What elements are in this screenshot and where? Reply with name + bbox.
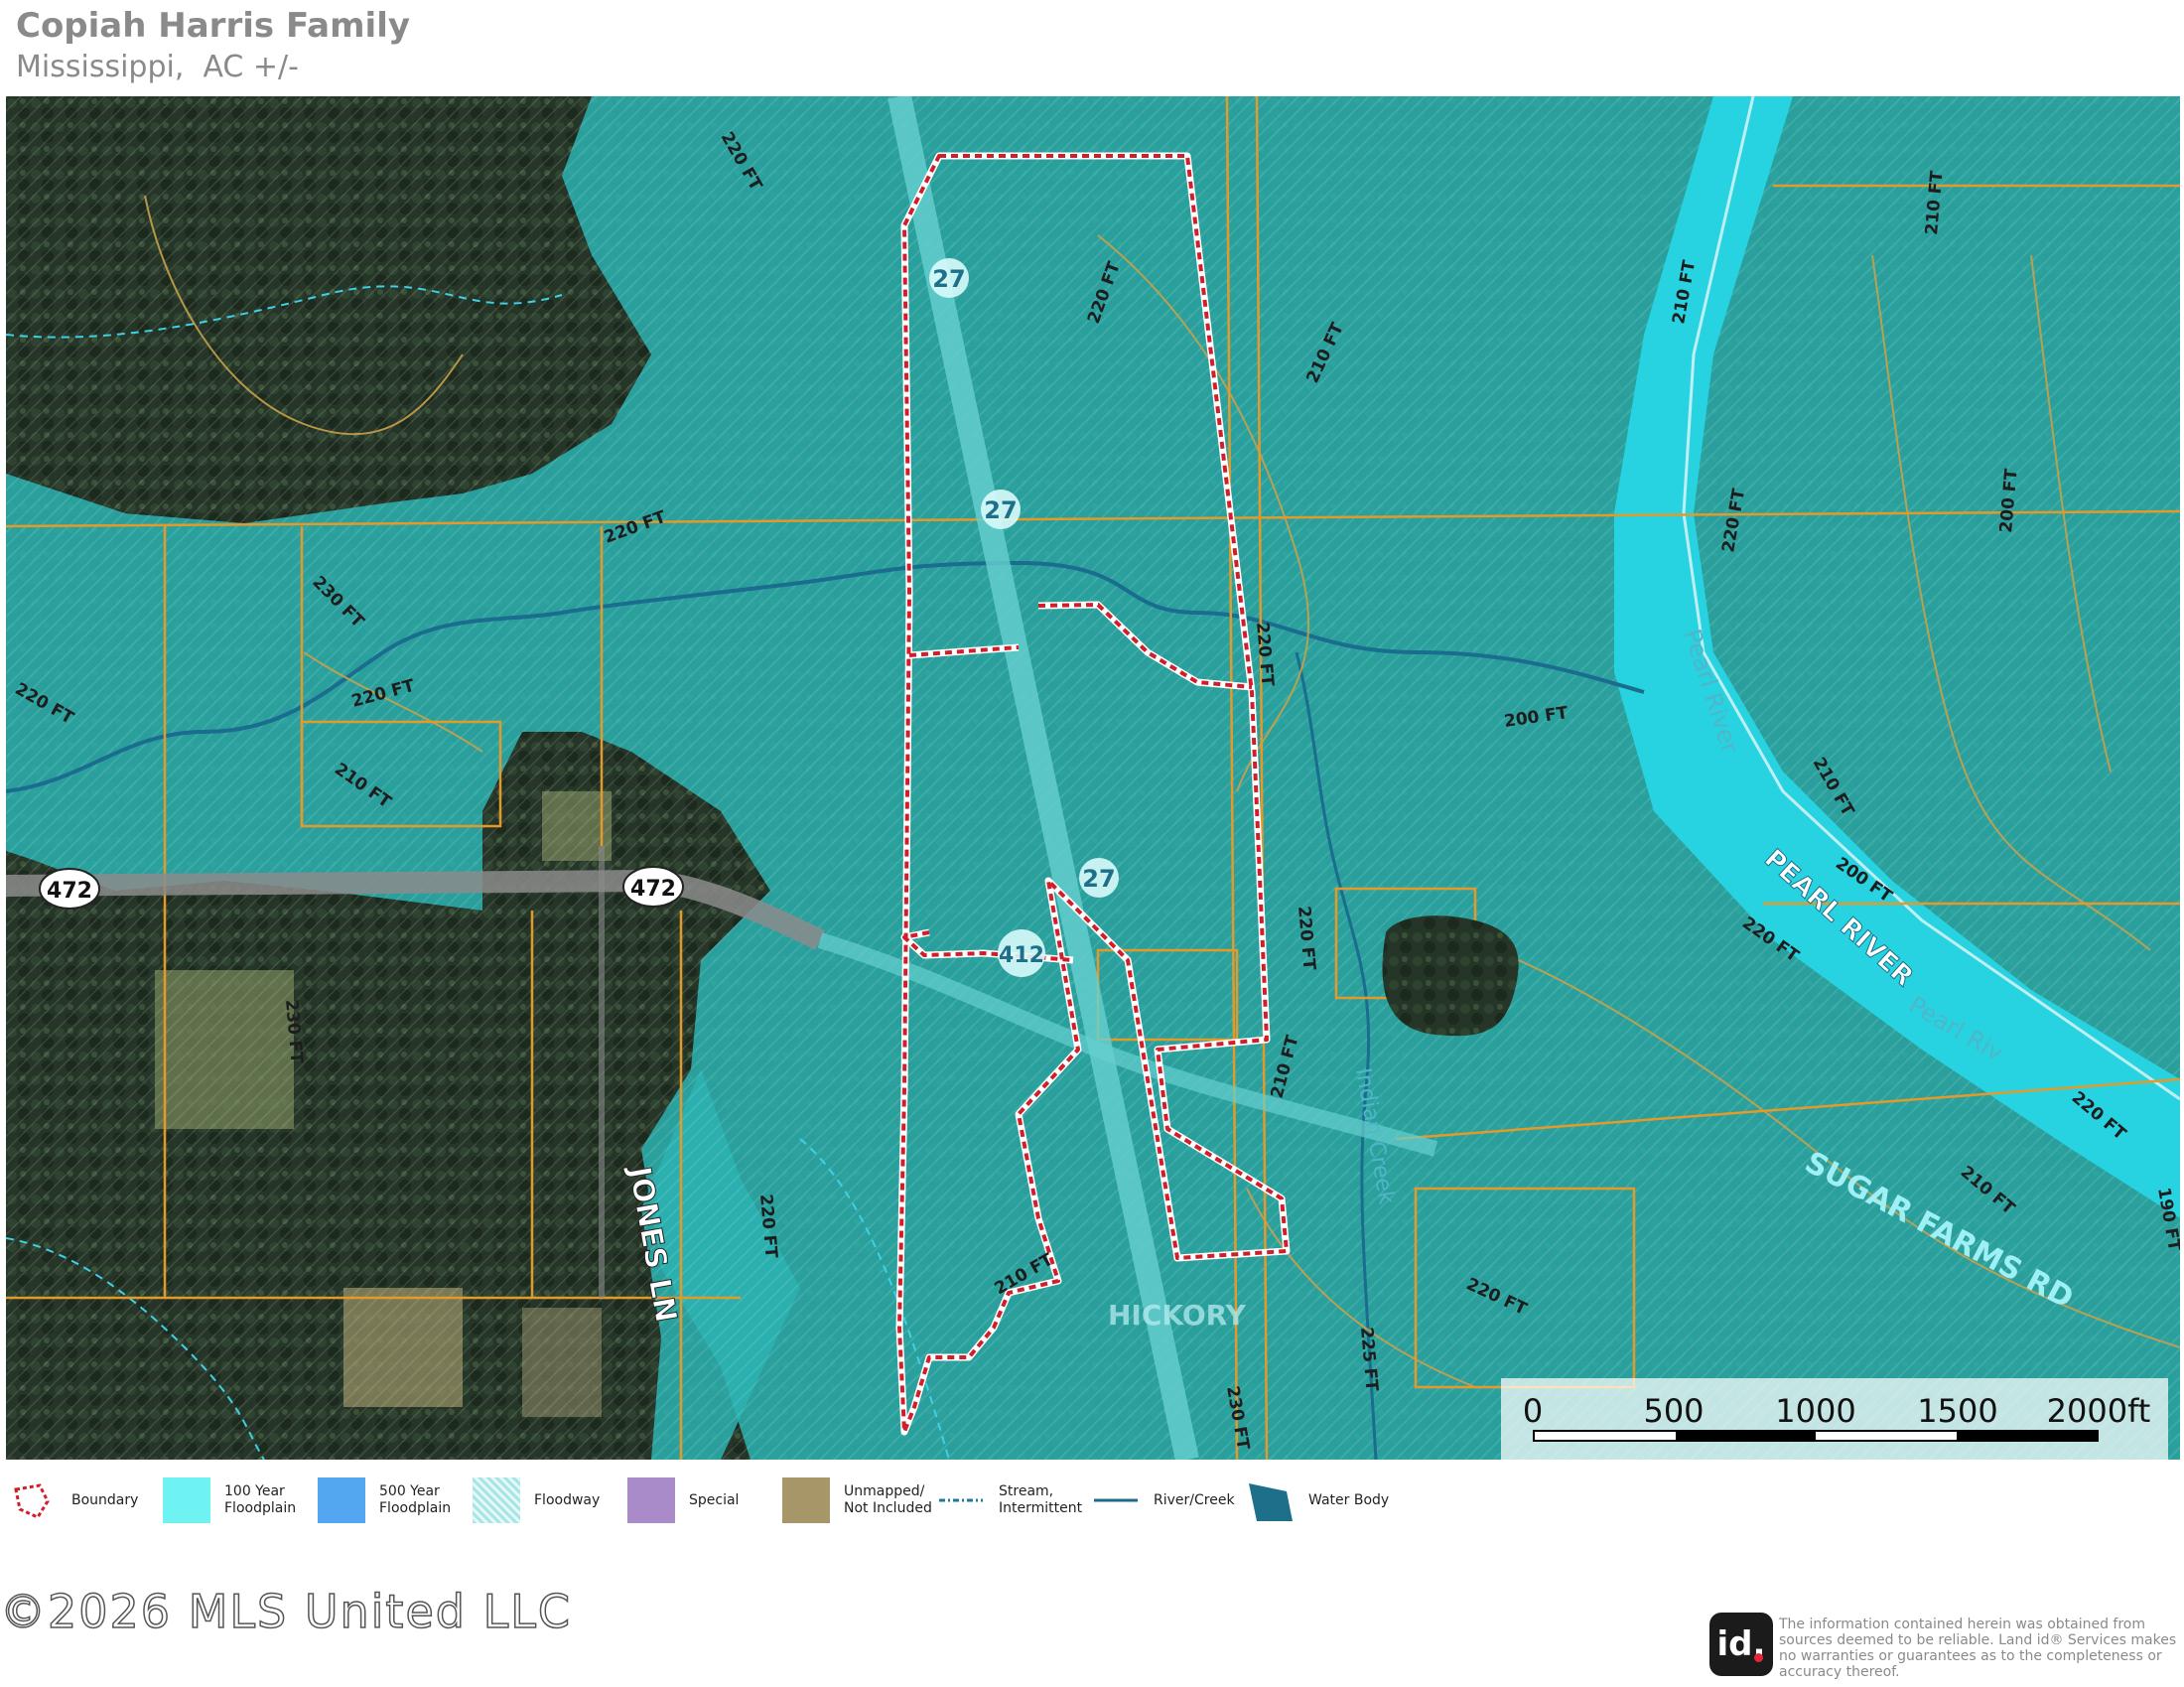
- legend-item-special: Special: [627, 1477, 739, 1523]
- scale-label: 1000: [1775, 1392, 1856, 1430]
- floodplain-500-icon: [318, 1477, 365, 1523]
- road-shield-412: 412: [998, 929, 1045, 977]
- scale-label: 2000ft: [2046, 1392, 2151, 1430]
- floodplain-100-icon: [163, 1477, 210, 1523]
- svg-text:472: 472: [47, 879, 92, 904]
- scale-label: 0: [1522, 1392, 1544, 1430]
- scale-ruler: [1533, 1430, 2099, 1442]
- copyright-watermark: ©2026 MLS United LLC: [0, 1584, 572, 1639]
- legend-item-boundary: Boundary: [10, 1477, 138, 1523]
- svg-text:412: 412: [999, 943, 1044, 968]
- floodway-icon: [473, 1477, 520, 1523]
- legend-item-water-body: Water Body: [1247, 1477, 1389, 1523]
- road-shield-27: 27: [981, 490, 1021, 529]
- forest-patch: [1382, 915, 1519, 1037]
- hickory-label: HICKORY: [1108, 1299, 1247, 1332]
- legend-item-river-creek: River/Creek: [1092, 1477, 1235, 1523]
- legend-item-floodplain-500: 500 Year Floodplain: [318, 1477, 451, 1523]
- boundary-icon: [14, 1483, 50, 1519]
- scale-label: 500: [1643, 1392, 1705, 1430]
- legend-item-unmapped: Unmapped/ Not Included: [782, 1477, 932, 1523]
- legend-label: 500 Year Floodplain: [379, 1483, 452, 1516]
- legend-label: Special: [689, 1491, 740, 1508]
- stream-intermittent-icon: [939, 1498, 983, 1502]
- legend-label: Floodway: [534, 1491, 601, 1508]
- map-title: Copiah Harris Family: [16, 6, 411, 46]
- svg-text:472: 472: [630, 877, 676, 902]
- legend-label: Stream, Intermittent: [999, 1483, 1083, 1516]
- legend-item-floodway: Floodway: [473, 1477, 600, 1523]
- road-shield-472: 472: [622, 866, 684, 908]
- footer-disclaimer-block: id. The information contained herein was…: [1709, 1613, 2184, 1680]
- water-body-icon: [1249, 1483, 1293, 1521]
- road-shield-27: 27: [1079, 858, 1119, 898]
- scale-bar: 0 500 1000 1500 2000ft: [1501, 1378, 2168, 1460]
- map-subtitle: Mississippi, AC +/-: [16, 50, 299, 84]
- legend-label: Water Body: [1308, 1491, 1390, 1508]
- logo-dot-icon: [1754, 1653, 1763, 1662]
- unmapped-icon: [782, 1477, 830, 1523]
- legend-label: 100 Year Floodplain: [224, 1483, 297, 1516]
- river-creek-icon: [1094, 1498, 1138, 1502]
- map-legend: Boundary 100 Year Floodplain 500 Year Fl…: [0, 1474, 2184, 1533]
- map-svg: 472 472 27 27 27 412 JONES LN PEARL RIVE…: [6, 96, 2180, 1460]
- disclaimer-text: The information contained herein was obt…: [1779, 1617, 2177, 1680]
- scale-label: 1500: [1917, 1392, 1998, 1430]
- legend-label: Boundary: [71, 1491, 139, 1508]
- legend-item-stream-intermittent: Stream, Intermittent: [937, 1477, 1082, 1523]
- map-canvas[interactable]: 472 472 27 27 27 412 JONES LN PEARL RIVE…: [6, 96, 2180, 1460]
- svg-text:27: 27: [932, 265, 965, 293]
- road-shield-27: 27: [929, 258, 969, 298]
- svg-text:27: 27: [984, 496, 1017, 524]
- special-icon: [627, 1477, 675, 1523]
- legend-item-floodplain-100: 100 Year Floodplain: [163, 1477, 296, 1523]
- legend-label: River/Creek: [1154, 1491, 1235, 1508]
- svg-text:27: 27: [1082, 865, 1115, 893]
- legend-label: Unmapped/ Not Included: [844, 1483, 932, 1516]
- land-id-logo: id.: [1709, 1613, 1773, 1676]
- road-shield-472: 472: [39, 868, 100, 910]
